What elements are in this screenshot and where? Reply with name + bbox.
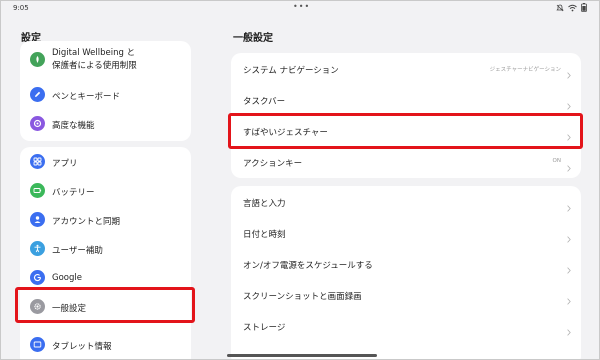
- row-language-input[interactable]: 言語と入力: [231, 186, 581, 217]
- row-screenshot-recording[interactable]: スクリーンショットと画面録画: [231, 279, 581, 310]
- chevron-right-icon: [567, 290, 571, 309]
- row-label: オン/オフ電源をスケジュールする: [243, 261, 373, 271]
- chevron-right-icon: [567, 197, 571, 216]
- chevron-right-icon: [567, 95, 571, 114]
- row-quick-gestures[interactable]: すばやいジェスチャー: [231, 115, 581, 146]
- row-label: すばやいジェスチャー: [243, 128, 328, 138]
- sidebar-item-label: Google: [52, 273, 82, 283]
- row-storage[interactable]: ストレージ: [231, 310, 581, 341]
- right-settings-group-2: 言語と入力 日付と時刻 オン/オフ電源をスケジュールする スクリーンショットと画…: [231, 186, 581, 359]
- chevron-right-icon: [567, 64, 571, 83]
- left-settings-group-2: アプリ バッテリー アカウントと同期 ユーザー補助 Google 一般設定 タブ…: [20, 147, 191, 359]
- row-label: アクションキー: [243, 159, 303, 169]
- battery-status-icon: [581, 3, 587, 12]
- left-settings-group-1: Digital Wellbeing と 保護者による使用制限 ペンとキーボード …: [20, 41, 191, 141]
- sidebar-item-label: 高度な機能: [52, 121, 95, 131]
- account-icon: [30, 212, 45, 227]
- notification-off-icon: [556, 4, 564, 12]
- chevron-right-icon: [567, 259, 571, 278]
- chevron-right-icon: [567, 157, 571, 176]
- settings-screen: 9:05 ••• 設定 Digital Wellbeing と 保護者による使用…: [1, 1, 599, 359]
- row-date-time[interactable]: 日付と時刻: [231, 217, 581, 248]
- google-icon: [30, 270, 45, 285]
- row-system-navigation[interactable]: システム ナビゲーション ジェスチャーナビゲーション: [231, 53, 581, 84]
- sidebar-item-digital-wellbeing[interactable]: Digital Wellbeing と 保護者による使用制限: [20, 41, 191, 79]
- chevron-right-icon: [567, 126, 571, 145]
- sidebar-item-general-settings[interactable]: 一般設定: [20, 291, 191, 321]
- accessibility-icon: [30, 241, 45, 256]
- row-taskbar[interactable]: タスクバー: [231, 84, 581, 115]
- sidebar-item-google[interactable]: Google: [20, 263, 191, 291]
- battery-icon: [30, 183, 45, 198]
- sidebar-item-tablet-info[interactable]: タブレット情報: [20, 330, 191, 358]
- row-label: 言語と入力: [243, 199, 286, 209]
- chevron-right-icon: [567, 321, 571, 340]
- pen-icon: [30, 87, 45, 102]
- row-label: タスクバー: [243, 97, 286, 107]
- sidebar-item-accessibility[interactable]: ユーザー補助: [20, 234, 191, 262]
- sidebar-item-label: バッテリー: [52, 188, 95, 198]
- home-indicator[interactable]: [227, 354, 377, 357]
- page-title: 一般設定: [233, 33, 273, 44]
- apps-icon: [30, 154, 45, 169]
- sidebar-item-accounts[interactable]: アカウントと同期: [20, 205, 191, 233]
- right-settings-group-1: システム ナビゲーション ジェスチャーナビゲーション タスクバー すばやいジェス…: [231, 53, 581, 178]
- row-value: ON: [552, 158, 561, 164]
- sidebar-item-label: Digital Wellbeing と 保護者による使用制限: [52, 48, 137, 71]
- row-value: ジェスチャーナビゲーション: [489, 67, 561, 73]
- wifi-icon: [568, 4, 577, 12]
- row-label: ストレージ: [243, 323, 286, 333]
- multitask-dots[interactable]: •••: [293, 2, 310, 11]
- row-label: システム ナビゲーション: [243, 66, 339, 76]
- row-action-key[interactable]: アクションキー ON: [231, 146, 581, 177]
- sidebar-item-advanced[interactable]: 高度な機能: [20, 109, 191, 137]
- sidebar-item-pen-keyboard[interactable]: ペンとキーボード: [20, 81, 191, 109]
- sidebar-item-label: アプリ: [52, 159, 78, 169]
- digital-wellbeing-icon: [30, 52, 45, 67]
- sidebar-item-label: ペンとキーボード: [52, 92, 121, 102]
- sidebar-item-apps[interactable]: アプリ: [20, 147, 191, 175]
- row-scheduled-power[interactable]: オン/オフ電源をスケジュールする: [231, 248, 581, 279]
- row-label: スクリーンショットと画面録画: [243, 292, 362, 302]
- sidebar-item-label: アカウントと同期: [52, 217, 121, 227]
- sidebar-item-battery[interactable]: バッテリー: [20, 176, 191, 204]
- gear-icon: [30, 299, 45, 314]
- tablet-icon: [30, 337, 45, 352]
- sidebar-item-label: タブレット情報: [52, 342, 112, 352]
- advanced-icon: [30, 116, 45, 131]
- row-label: 日付と時刻: [243, 230, 286, 240]
- status-bar: 9:05 •••: [1, 1, 599, 15]
- chevron-right-icon: [567, 228, 571, 247]
- status-icons: [556, 3, 587, 12]
- sidebar-item-label: ユーザー補助: [52, 246, 103, 256]
- status-time: 9:05: [13, 4, 29, 12]
- sidebar-item-label: 一般設定: [52, 304, 87, 314]
